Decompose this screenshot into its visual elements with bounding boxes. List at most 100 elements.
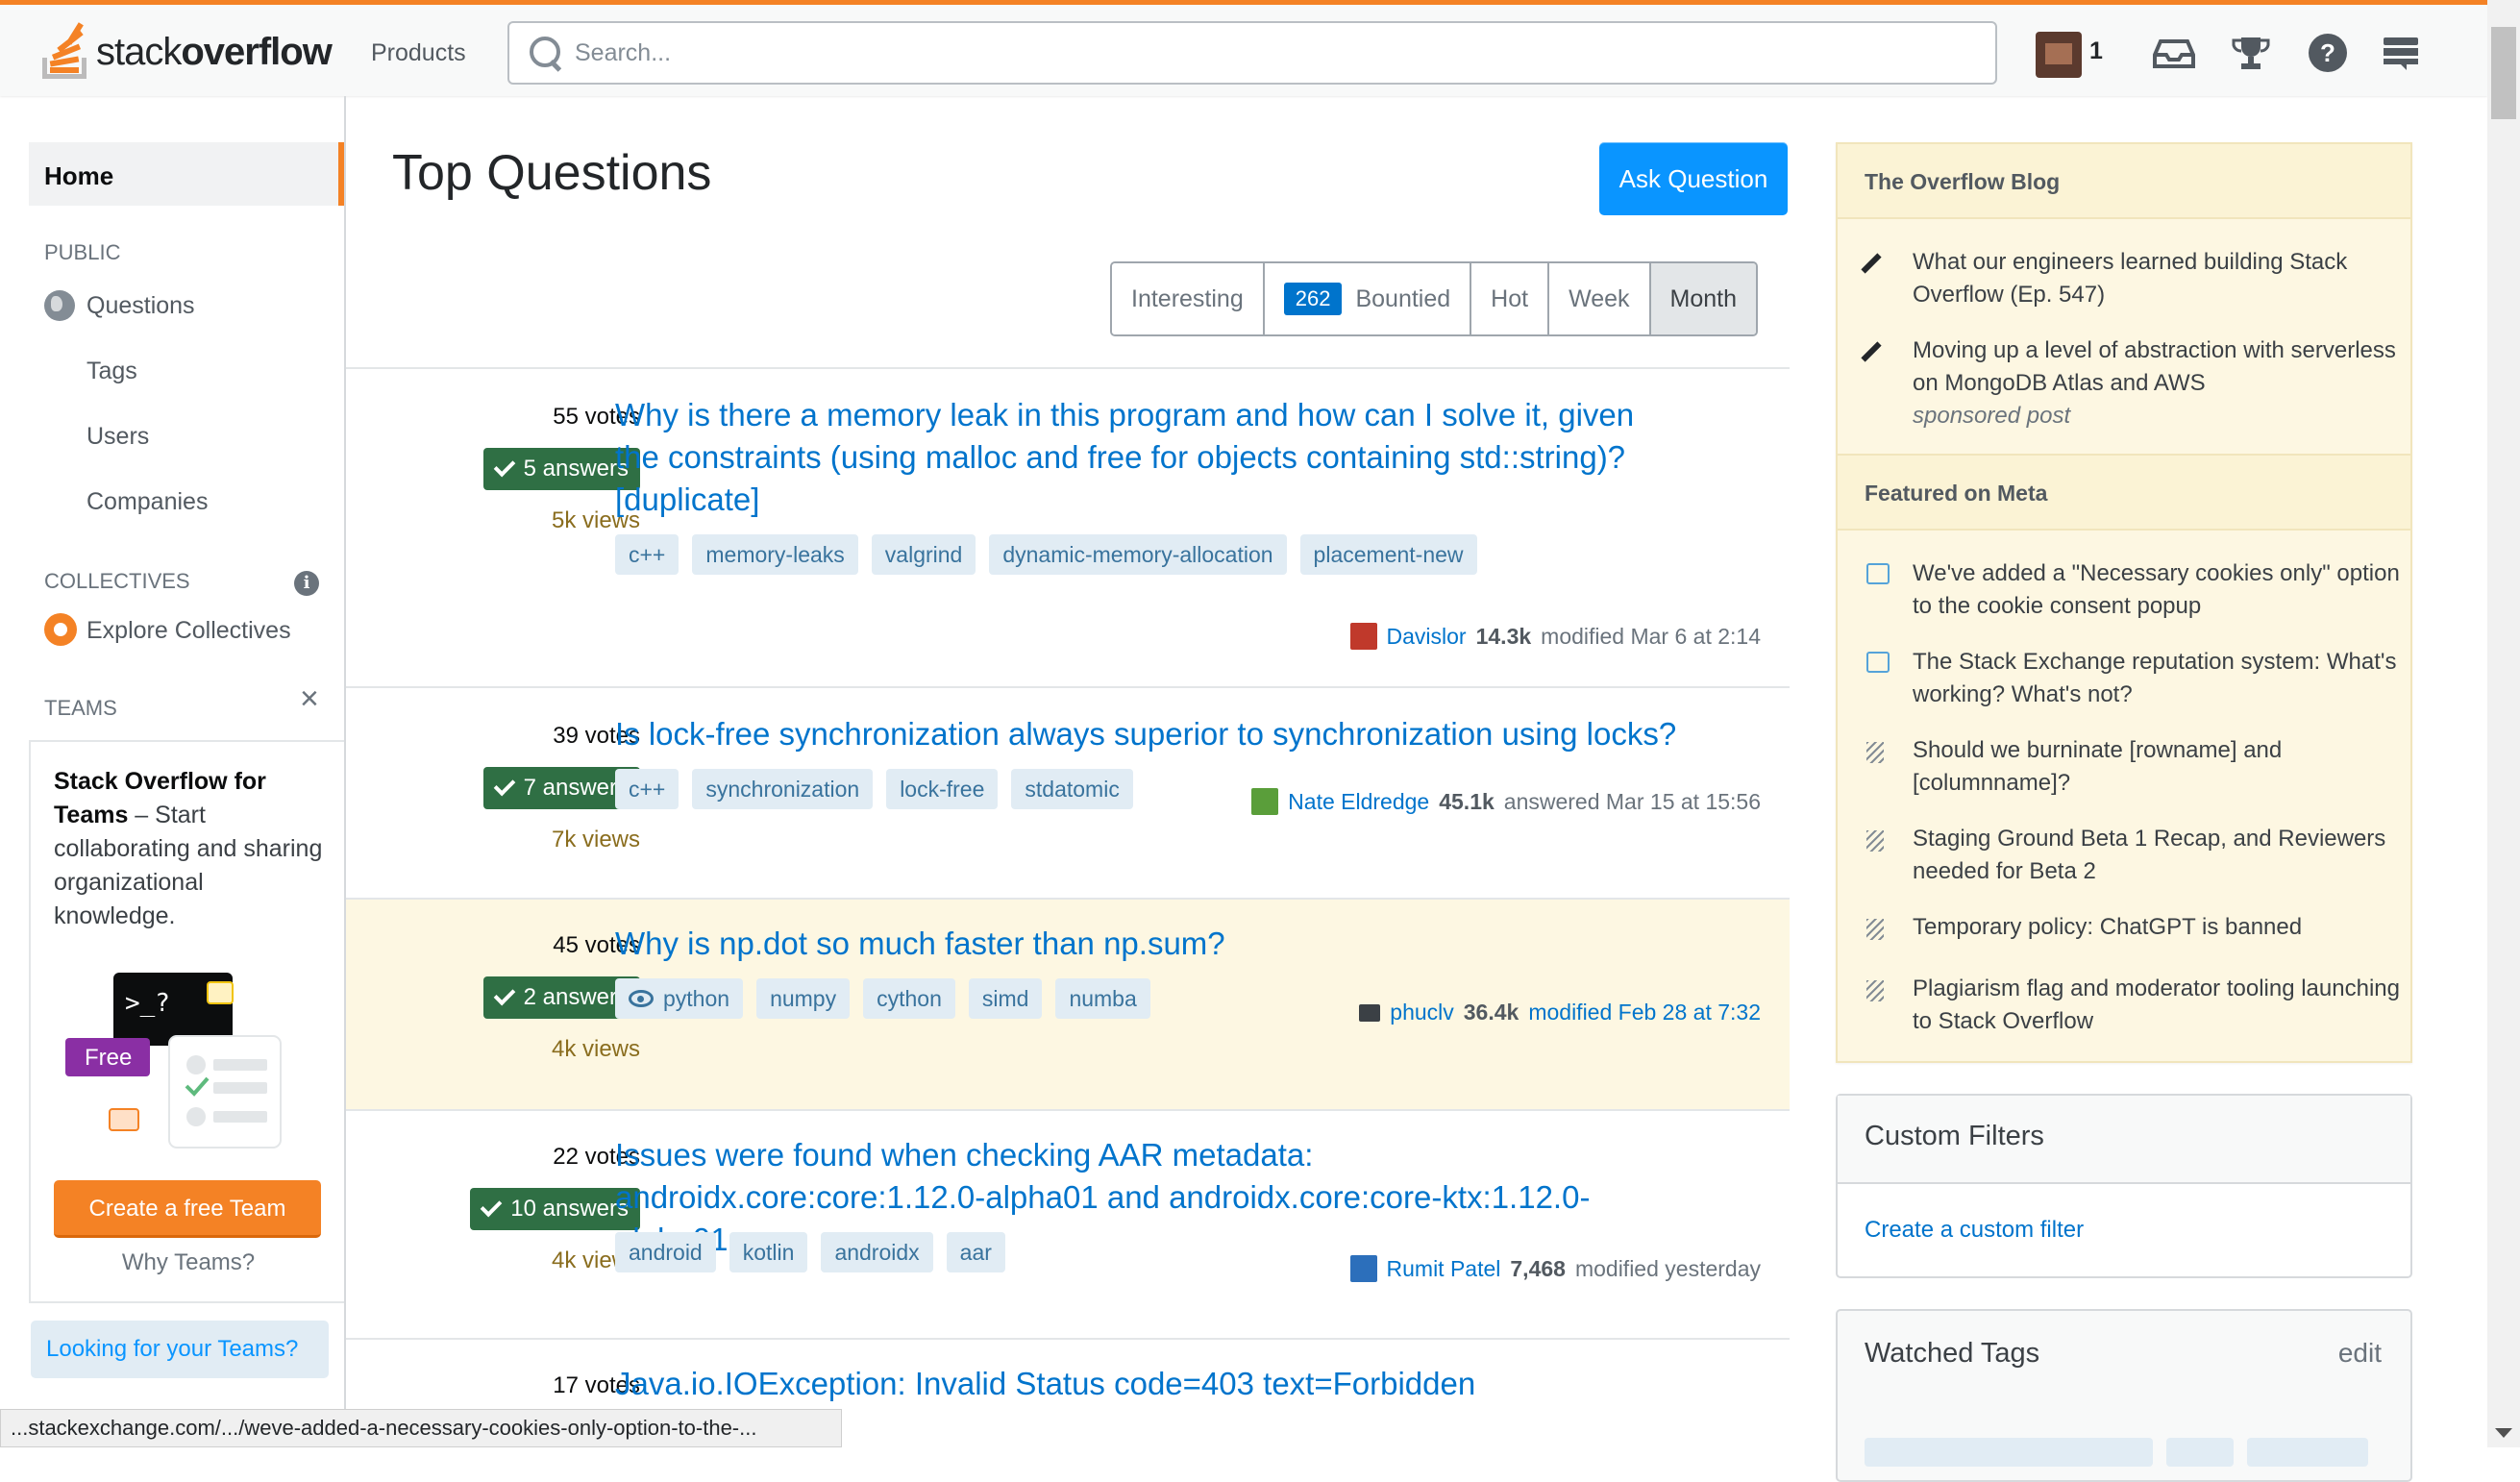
question-title-link[interactable]: Java.io.IOException: Invalid Status code… [615,1363,1682,1405]
sidebar-item-home[interactable]: Home [29,142,344,206]
tag[interactable]: simd [968,978,1043,1019]
meta-item[interactable]: The Stack Exchange reputation system: Wh… [1865,646,2403,711]
scroll-down-arrow-icon[interactable] [2495,1428,2512,1438]
question-title-link[interactable]: Is lock-free synchronization always supe… [615,713,1682,755]
tag[interactable] [2247,1438,2368,1467]
question-summary: 22 votes 10 answers 4k views Issues were… [346,1109,1790,1338]
tag[interactable]: dynamic-memory-allocation [989,534,1287,575]
modified-time-link[interactable]: modified Mar 6 at 2:14 [1541,624,1761,650]
question-user-card: phuclv 36.4k modified Feb 28 at 7:32 [1359,1000,1761,1025]
tag[interactable]: cython [863,978,955,1019]
sidebar-item-users[interactable]: Users [86,423,149,451]
tag[interactable]: stdatomic [1011,769,1133,809]
blog-item[interactable]: What our engineers learned building Stac… [1865,246,2403,311]
search-icon [527,34,565,72]
user-avatar[interactable] [2036,32,2082,78]
sidebar-item-explore-collectives[interactable]: Explore Collectives [86,617,291,645]
tag[interactable]: numba [1055,978,1150,1019]
blog-item[interactable]: Moving up a level of abstraction with se… [1865,334,2403,432]
create-custom-filter-link[interactable]: Create a custom filter [1838,1184,2410,1244]
tag[interactable]: valgrind [871,534,976,575]
user-reputation: 36.4k [1463,1000,1519,1025]
looking-for-teams-button[interactable]: Looking for your Teams? [31,1321,329,1378]
user-name-link[interactable]: phuclv [1390,1000,1453,1025]
tag[interactable]: c++ [615,534,679,575]
user-name-link[interactable]: Davislor [1387,624,1467,650]
tag[interactable]: placement-new [1299,534,1477,575]
products-menu[interactable]: Products [356,28,482,79]
answered-time-link[interactable]: answered Mar 15 at 15:56 [1504,789,1761,815]
search-input[interactable] [575,38,1920,67]
tag[interactable]: lock-free [886,769,999,809]
watched-tags-widget: Watched Tags edit [1836,1309,2412,1482]
user-name-link[interactable]: Nate Eldredge [1288,789,1429,815]
tab-interesting[interactable]: Interesting [1112,263,1265,334]
question-summary: 55 votes 5 answers 5k views Why is there… [346,367,1790,686]
stack-exchange-icon [1865,978,1895,1003]
chat-icon [1865,652,1895,677]
tag[interactable] [2166,1438,2234,1467]
sidebar-item-companies[interactable]: Companies [86,488,208,516]
question-title-link[interactable]: Why is there a memory leak in this progr… [615,394,1682,521]
tab-month[interactable]: Month [1650,263,1757,334]
search-box[interactable] [507,21,1997,85]
tag-watched[interactable]: python [615,978,744,1019]
tag[interactable]: numpy [756,978,851,1019]
blog-heading: The Overflow Blog [1838,142,2410,219]
edit-watched-tags-link[interactable]: edit [2338,1338,2382,1369]
modified-time-link[interactable]: modified Feb 28 at 7:32 [1528,1000,1761,1025]
sidebar-item-questions[interactable]: Questions [86,292,195,320]
create-free-team-button[interactable]: Create a free Team [54,1180,321,1238]
tab-bountied[interactable]: 262 Bountied [1264,263,1472,334]
overflow-blog-widget: The Overflow Blog What our engineers lea… [1836,142,2412,1063]
meta-item[interactable]: Should we burninate [rowname] and [colum… [1865,734,2403,800]
sidebar-item-tags[interactable]: Tags [86,358,137,385]
why-teams-link[interactable]: Why Teams? [31,1249,346,1276]
scrollbar-thumb[interactable] [2491,27,2516,119]
meta-item[interactable]: Plagiarism flag and moderator tooling la… [1865,973,2403,1038]
user-avatar[interactable] [1359,1003,1381,1022]
user-avatar[interactable] [1251,788,1279,815]
ask-question-button[interactable]: Ask Question [1599,142,1788,215]
tag[interactable]: androidx [821,1232,933,1272]
close-icon[interactable]: × [300,682,319,715]
meta-item[interactable]: Temporary policy: ChatGPT is banned [1865,911,2403,944]
tag[interactable]: kotlin [729,1232,808,1272]
stackoverflow-logo[interactable]: stackoverflow [40,18,333,86]
stack-exchange-icon [1865,917,1895,942]
user-name-link[interactable]: Rumit Patel [1387,1256,1501,1282]
info-icon[interactable]: i [294,571,319,596]
svg-text:>_?: >_? [125,989,170,1018]
help-icon[interactable]: ? [2307,32,2349,74]
svg-text:Free: Free [85,1045,132,1071]
meta-item[interactable]: Staging Ground Beta 1 Recap, and Reviewe… [1865,823,2403,888]
tag[interactable]: android [615,1232,716,1272]
globe-icon [44,290,75,321]
stack-exchange-sites-icon[interactable] [2380,32,2422,74]
tab-hot[interactable]: Hot [1471,263,1550,334]
question-title-link[interactable]: Why is np.dot so much faster than np.sum… [615,923,1682,965]
teams-section-label: TEAMS [44,696,117,720]
stack-exchange-icon [1865,828,1895,853]
page-scrollbar[interactable] [2487,0,2520,1447]
question-summary: 39 votes 7 answers 7k views Is lock-free… [346,686,1790,898]
check-icon [493,983,515,1006]
meta-heading: Featured on Meta [1838,454,2410,531]
tag[interactable]: c++ [615,769,679,809]
tab-week[interactable]: Week [1549,263,1651,334]
tag[interactable] [1865,1438,2153,1467]
user-avatar[interactable] [1349,623,1377,650]
question-user-card: Nate Eldredge 45.1k answered Mar 15 at 1… [1251,788,1761,815]
reputation-count[interactable]: 1 [2089,37,2103,65]
achievements-icon[interactable] [2230,32,2272,74]
tag[interactable]: aar [946,1232,1005,1272]
sponsored-label: sponsored post [1913,403,2071,429]
tag[interactable]: memory-leaks [692,534,858,575]
bounty-count-badge: 262 [1283,283,1343,315]
meta-item[interactable]: We've added a "Necessary cookies only" o… [1865,557,2403,623]
eye-icon [629,990,654,1007]
user-avatar[interactable] [1349,1255,1377,1282]
inbox-icon[interactable] [2153,32,2195,74]
tag[interactable]: synchronization [692,769,874,809]
modified-time-link[interactable]: modified yesterday [1575,1256,1761,1282]
